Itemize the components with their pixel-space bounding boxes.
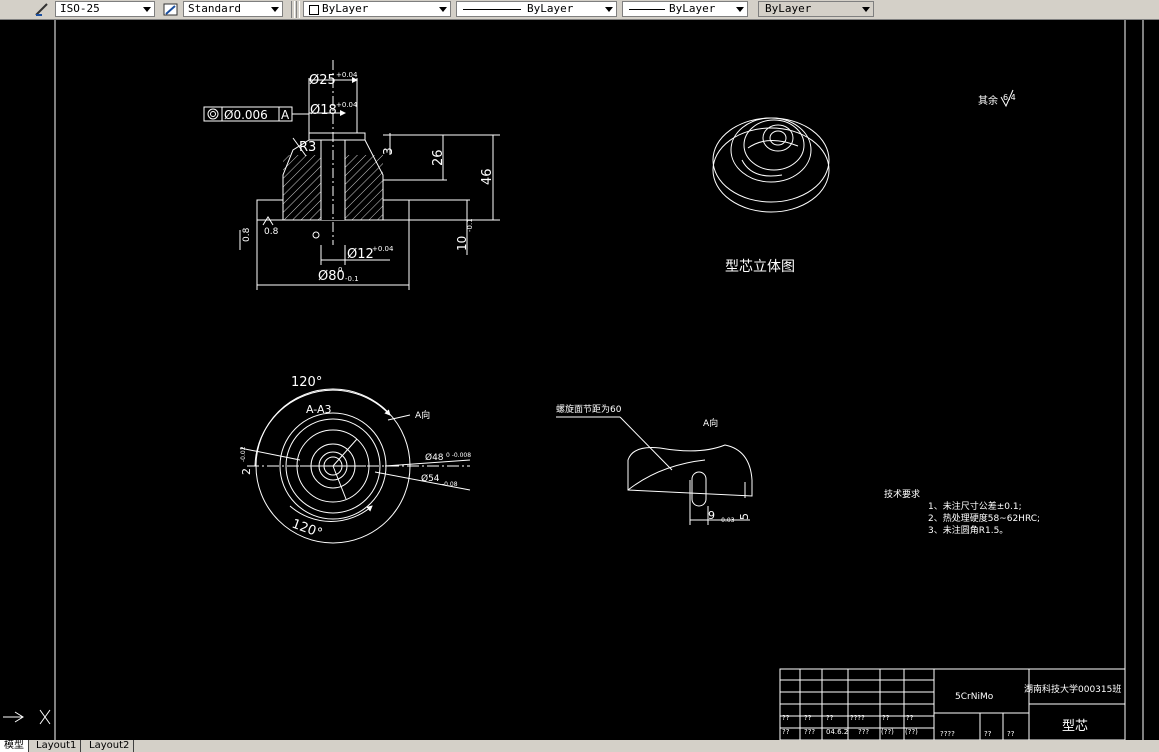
tech-item: 3、未注圆角R1.5。	[928, 524, 1008, 536]
dim-r3: R3	[299, 140, 316, 155]
geo-tol-value: Ø0.006	[224, 108, 268, 122]
dim-d12-tol: +0.04	[372, 245, 394, 253]
dim-d48-tol: 0 -0.008	[446, 452, 471, 459]
dim-9: 9	[708, 509, 715, 522]
dim-d54: Ø54	[421, 473, 440, 484]
section-label: A-A3	[306, 403, 332, 416]
dim-d54-tol: -0.08	[442, 481, 458, 488]
color-swatch-icon	[309, 5, 319, 15]
dim-2: 2	[240, 468, 253, 475]
dim-10-tol: -0.1	[466, 218, 474, 232]
svg-text:??: ??	[826, 714, 834, 722]
drawing-frame	[54, 20, 1144, 740]
tech-item: 2、热处理硬度58~62HRC;	[928, 512, 1040, 524]
chevron-down-icon	[439, 7, 447, 12]
tech-item: 1、未注尺寸公差±0.1;	[928, 500, 1022, 512]
drawing-canvas[interactable]: Ø25 +0.04 Ø18 +0.04 Ø0.006 A R3 3 26 46 …	[0, 20, 1159, 740]
svg-text:????: ????	[850, 714, 865, 722]
dim-10: 10	[455, 236, 469, 251]
linetype-select[interactable]: ByLayer	[456, 1, 617, 17]
detail-note: 螺旋面节距为60	[556, 403, 622, 415]
plot-style-select[interactable]: ByLayer	[758, 1, 874, 17]
svg-text:??: ??	[984, 730, 992, 738]
svg-text:??: ??	[804, 714, 812, 722]
front-section-view: Ø25 +0.04 Ø18 +0.04 Ø0.006 A R3 3 26 46 …	[203, 60, 500, 290]
dim-d12: Ø12	[347, 247, 374, 262]
dim-26: 26	[431, 149, 446, 166]
dim-5: 5	[738, 513, 751, 520]
iso3d-label: 型芯立体图	[725, 259, 795, 275]
svg-text:04.6.2: 04.6.2	[826, 728, 848, 736]
dim-d18-tol: +0.04	[336, 101, 358, 109]
title-block: 5CrNiMo 湖南科技大学000315班 型芯 ?? ?? ?? ???? ?…	[779, 668, 1126, 740]
text-style-select[interactable]: Standard	[183, 1, 283, 17]
dim-d25-tol: +0.04	[336, 71, 358, 79]
dimension-style-icon[interactable]	[34, 2, 50, 17]
view-a-label: A向	[415, 409, 430, 421]
dim-style-select[interactable]: ISO-25	[55, 1, 155, 17]
svg-text:???: ???	[804, 728, 815, 736]
isometric-3d-view: 型芯立体图	[712, 117, 830, 275]
text-style-icon[interactable]	[163, 2, 179, 17]
properties-toolbar: ISO-25 Standard ByLayer ByLayer ByLayer …	[0, 0, 1159, 20]
ucs-icon	[3, 709, 51, 725]
dim-d25: Ø25	[309, 73, 336, 88]
angle-top: 120°	[291, 375, 322, 390]
tab-model[interactable]: 模型	[0, 740, 29, 752]
chevron-down-icon	[605, 7, 613, 12]
title-school: 湖南科技大学000315班	[1024, 683, 1121, 695]
plan-view: 120° 120° A-A3 A向 Ø48 0 -0.008 Ø54 -0.08…	[239, 375, 471, 544]
datum-a: A	[281, 108, 290, 122]
tab-layout2[interactable]: Layout2	[85, 740, 135, 752]
surface-roughness-a: 0.8	[264, 227, 279, 237]
dim-d48: Ø48	[425, 452, 444, 463]
chevron-down-icon	[143, 7, 151, 12]
svg-text:????: ????	[940, 730, 955, 738]
lineweight-select[interactable]: ByLayer	[622, 1, 748, 17]
chevron-down-icon	[736, 7, 744, 12]
chevron-down-icon	[862, 7, 870, 12]
svg-text:6.4: 6.4	[1003, 93, 1016, 102]
dim-46: 46	[480, 168, 495, 185]
tab-layout1[interactable]: Layout1	[32, 740, 82, 752]
svg-text:其余: 其余	[978, 94, 998, 107]
svg-text:???: ???	[858, 728, 869, 736]
tech-requirements: 技术要求 1、未注尺寸公差±0.1; 2、热处理硬度58~62HRC; 3、未注…	[884, 488, 1040, 536]
dim-d80-tol-top: 0	[338, 266, 342, 274]
detail-view-a: A向	[703, 417, 718, 429]
svg-text:??: ??	[1007, 730, 1015, 738]
svg-text:??: ??	[782, 714, 790, 722]
svg-text:(??): (??)	[881, 728, 894, 736]
chevron-down-icon	[271, 7, 279, 12]
linetype-sample	[463, 9, 521, 10]
svg-text:??: ??	[906, 714, 914, 722]
svg-text:??: ??	[782, 728, 790, 736]
dim-9-tol: -0.03	[719, 517, 735, 524]
detail-view: 螺旋面节距为60 A向 5 9 -0.03	[556, 403, 753, 525]
dim-d80-tol-bottom: -0.1	[345, 275, 359, 283]
dim-2-tol: -0.02	[240, 446, 247, 462]
color-select[interactable]: ByLayer	[303, 1, 451, 17]
svg-text:??: ??	[882, 714, 890, 722]
roughness-note: 其余 6.4	[978, 89, 1016, 108]
layout-tabs: 模型 Layout1 Layout2	[0, 740, 1159, 752]
tech-title: 技术要求	[884, 488, 920, 500]
lineweight-sample	[629, 9, 665, 10]
surface-roughness-b: 0.8	[242, 227, 252, 242]
dim-d18: Ø18	[310, 103, 337, 118]
toolbar-separator	[296, 1, 300, 18]
svg-text:(??): (??)	[905, 728, 918, 736]
dim-3: 3	[381, 147, 395, 155]
title-material: 5CrNiMo	[955, 692, 994, 702]
title-part-name: 型芯	[1062, 719, 1088, 734]
toolbar-separator	[291, 1, 295, 18]
